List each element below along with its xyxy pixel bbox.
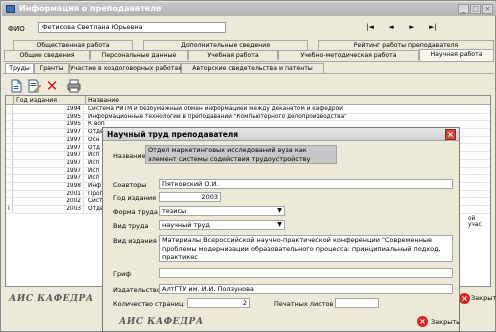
nav-prev-button[interactable]: ◄ bbox=[383, 22, 399, 33]
row-indicator bbox=[6, 190, 13, 198]
pages-field[interactable]: 2 bbox=[187, 298, 250, 308]
dialog-brand-logo: АИС КАФЕДРА bbox=[119, 317, 204, 327]
row-indicator bbox=[6, 175, 13, 183]
tab-methodical-work[interactable]: Учебно-методическая работа bbox=[278, 50, 419, 60]
fio-field[interactable]: Фетисова Светлана Юрьевна bbox=[38, 22, 226, 33]
grif-label: Гриф bbox=[113, 270, 131, 278]
subtab-works[interactable]: Труды bbox=[5, 63, 34, 73]
nav-last-button[interactable]: ►| bbox=[425, 22, 441, 33]
cell-year: 1997 bbox=[14, 175, 84, 183]
cell-year: 1998 bbox=[14, 183, 84, 190]
form-select[interactable]: тезисы bbox=[159, 206, 285, 216]
cell-year: 1995 bbox=[14, 113, 84, 121]
sheets-field[interactable] bbox=[335, 298, 379, 308]
row-indicator bbox=[6, 121, 13, 129]
row-overflow-text: ой учас bbox=[468, 216, 482, 228]
dialog-title: Научный труд преподавателя bbox=[107, 130, 239, 139]
dialog-close-icon[interactable]: × bbox=[445, 129, 456, 140]
tab-personal-data[interactable]: Персональные данные bbox=[90, 50, 188, 60]
cell-year: 1997 bbox=[14, 152, 84, 159]
scientific-work-dialog: Научный труд преподавателя × Название От… bbox=[102, 127, 460, 332]
cell-year: 2002 bbox=[14, 198, 84, 206]
name-field[interactable]: Отдел маркетинговых исследований вуза ка… bbox=[145, 145, 337, 164]
row-indicator: I bbox=[6, 206, 13, 213]
brand-logo: АИС КАФЕДРА bbox=[9, 294, 94, 304]
subtab-contract-works[interactable]: Участие в хоздоговорных работах bbox=[69, 63, 182, 73]
tab-public-work[interactable]: Общественная работа bbox=[13, 40, 133, 50]
cell-year: 1997 bbox=[14, 167, 84, 175]
cell-year: 2001 bbox=[14, 190, 84, 198]
cell-year: 2003 bbox=[14, 206, 84, 213]
year-label: Год издания bbox=[113, 194, 157, 202]
cell-name: Система РИТМ и безбумажный обмен информа… bbox=[88, 106, 343, 112]
type-label: Вид труда bbox=[113, 222, 149, 230]
coauthors-field[interactable]: Пятковский О.И. bbox=[159, 179, 453, 189]
minimize-button[interactable]: _ bbox=[458, 4, 469, 14]
row-indicator bbox=[6, 183, 13, 190]
maximize-button[interactable]: □ bbox=[470, 4, 481, 14]
row-indicator bbox=[6, 167, 13, 175]
nav-next-button[interactable]: ► bbox=[404, 22, 420, 33]
row-indicator bbox=[6, 144, 13, 152]
app-icon bbox=[6, 5, 15, 13]
window-title: Информация о преподавателе bbox=[19, 4, 162, 13]
row-indicator bbox=[6, 198, 13, 206]
grif-field[interactable] bbox=[159, 268, 453, 278]
edit-doc-icon[interactable] bbox=[27, 79, 42, 93]
header-year[interactable]: Год издания bbox=[14, 96, 86, 105]
close-button[interactable]: Закрыть bbox=[471, 294, 496, 302]
table-header: Год издания Название bbox=[6, 96, 490, 105]
cell-year: 1994 bbox=[14, 106, 84, 113]
tab-additional-info[interactable]: Дополнительные сведения bbox=[143, 40, 308, 50]
delete-icon[interactable]: ✕ bbox=[45, 79, 59, 94]
edition-field[interactable]: Материалы Всероссийской научно-практичес… bbox=[159, 235, 453, 262]
tab-general-info[interactable]: Общие сведения bbox=[4, 50, 90, 60]
table-row[interactable]: 1994 Система РИТМ и безбумажный обмен инф… bbox=[6, 106, 490, 114]
cell-name: Информационные технологии в преподавании… bbox=[88, 113, 347, 120]
dialog-title-bar[interactable]: Научный труд преподавателя × bbox=[103, 128, 459, 141]
title-bar[interactable]: Информация о преподавателе _ □ × bbox=[2, 2, 496, 16]
form-label: Форма труда bbox=[113, 208, 158, 216]
row-indicator bbox=[6, 106, 13, 113]
cell-year: 1997 bbox=[14, 136, 84, 144]
row-indicator bbox=[6, 159, 13, 167]
year-field[interactable]: 2003 bbox=[159, 192, 221, 202]
chevron-down-icon[interactable]: ▼ bbox=[275, 207, 284, 215]
sheets-label: Печатных листов bbox=[274, 300, 334, 308]
nav-first-button[interactable]: |◄ bbox=[362, 22, 378, 33]
table-row[interactable]: 1995 Информационные технологии в преподав… bbox=[6, 113, 490, 122]
cell-year: 1997 bbox=[14, 129, 84, 136]
row-indicator bbox=[6, 113, 13, 121]
close-window-button[interactable]: × bbox=[482, 4, 493, 14]
cell-year: 1995 bbox=[14, 121, 84, 129]
cell-year: 1997 bbox=[14, 144, 84, 152]
header-indicator bbox=[6, 96, 14, 105]
subtab-grants[interactable]: Гранты bbox=[34, 63, 69, 73]
header-name[interactable]: Название bbox=[86, 96, 490, 105]
close-icon[interactable]: × bbox=[459, 293, 470, 304]
type-select[interactable]: научный труд bbox=[159, 220, 285, 230]
pages-label: Количество страниц bbox=[113, 300, 184, 308]
chevron-down-icon[interactable]: ▼ bbox=[275, 221, 284, 229]
tab-teaching-work[interactable]: Учебная работа bbox=[188, 50, 278, 60]
edition-label: Вид издания bbox=[113, 237, 157, 245]
coauthors-label: Соавторы bbox=[113, 181, 147, 189]
cell-year: 1997 bbox=[14, 159, 84, 167]
publisher-label: Издательство bbox=[113, 286, 161, 294]
print-icon[interactable] bbox=[67, 79, 81, 93]
publisher-field[interactable]: АлтГТУ им. И.И. Ползунова bbox=[159, 284, 453, 294]
subtab-divider bbox=[3, 73, 494, 74]
dialog-close-button[interactable]: Закрыть bbox=[431, 318, 460, 326]
tab-scientific-work[interactable]: Научная работа bbox=[419, 49, 494, 61]
tab-divider bbox=[3, 61, 494, 62]
fio-label: ФИО bbox=[8, 25, 25, 33]
subtab-patents[interactable]: Авторские свидетельства и патенты bbox=[181, 63, 324, 73]
name-label: Название bbox=[113, 152, 146, 160]
new-doc-icon[interactable] bbox=[9, 79, 23, 93]
row-indicator bbox=[6, 136, 13, 144]
close-icon[interactable]: × bbox=[417, 316, 428, 327]
row-indicator bbox=[6, 152, 13, 159]
row-indicator bbox=[6, 129, 13, 136]
